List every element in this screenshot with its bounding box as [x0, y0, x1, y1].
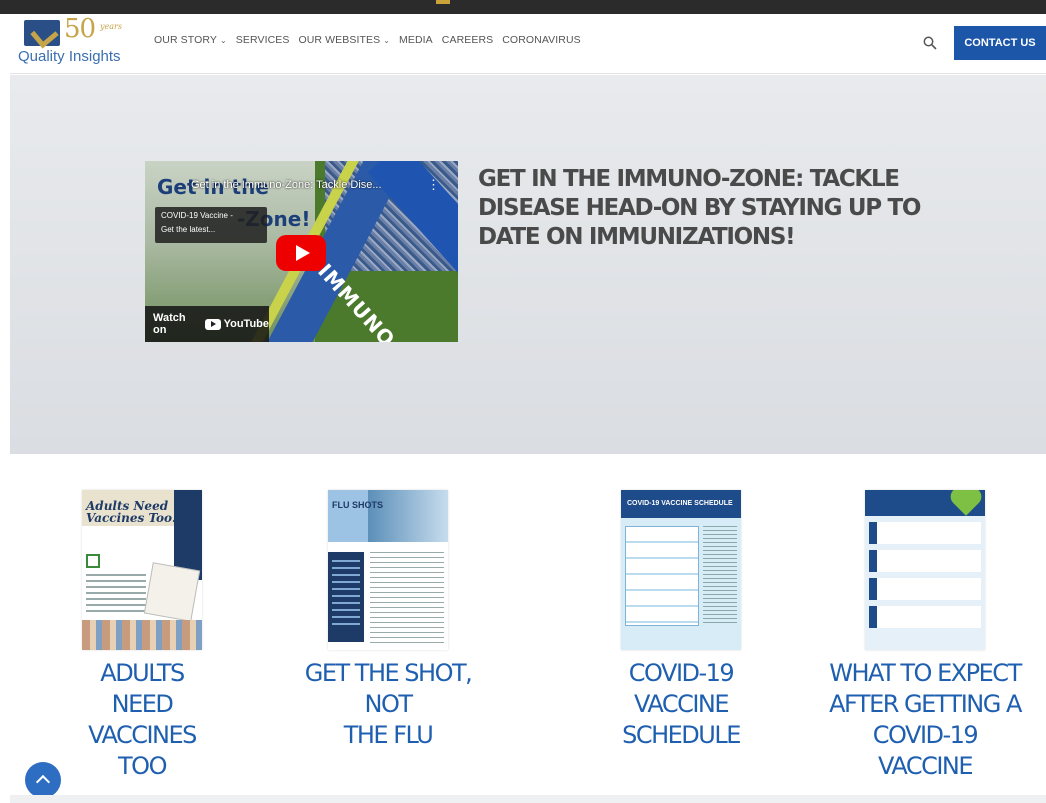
card-thumbnail[interactable]: FLU SHOTS	[328, 490, 448, 650]
video-info-chip: COVID-19 Vaccine - Get the latest...	[155, 207, 267, 243]
site-header: 50 years Quality Insights OUR STORY ⌄ SER…	[10, 14, 1046, 74]
card-title-line: VACCINES TOO	[88, 721, 197, 780]
search-icon[interactable]	[923, 36, 937, 50]
vaccine-card-image	[143, 562, 201, 622]
thumb-title: FLU SHOTS	[332, 500, 383, 510]
card-thumbnail[interactable]: COVID-19 VACCINE SCHEDULE	[621, 490, 741, 650]
card-get-the-shot[interactable]: FLU SHOTS GET THE SHOT, NOT THE FLU	[288, 490, 488, 751]
logo-mark-icon	[24, 20, 60, 46]
thumb-row	[869, 550, 981, 572]
nav-item-label: CAREERS	[441, 34, 494, 46]
card-title[interactable]: ADULTS NEED VACCINES TOO	[67, 658, 217, 782]
thumb-title: COVID-19 VACCINE SCHEDULE	[627, 500, 733, 507]
video-title[interactable]: Get in the Immuno-Zone: Tackle Dise...	[191, 179, 382, 191]
thumb-photo	[368, 490, 448, 542]
main-nav: OUR STORY ⌄ SERVICES OUR WEBSITES ⌄ MEDIA …	[154, 34, 581, 46]
checkbox-icon	[86, 554, 100, 568]
thumb-text	[86, 574, 146, 614]
thumb-table	[625, 526, 699, 626]
more-options-icon[interactable]: ⋮	[427, 177, 440, 193]
nav-item-label: SERVICES	[235, 34, 290, 46]
logo-anniversary-text: years	[100, 22, 122, 31]
card-title[interactable]: WHAT TO EXPECT AFTER GETTING A COVID-19 …	[825, 658, 1025, 782]
nav-item-our-story[interactable]: OUR STORY ⌄	[154, 34, 227, 46]
nav-item-services[interactable]: SERVICES	[236, 34, 290, 46]
browser-top-strip	[0, 0, 1046, 14]
thumb-people-image	[82, 620, 202, 650]
chevron-up-icon[interactable]	[25, 762, 61, 798]
chevron-down-icon: ⌄	[383, 36, 391, 45]
nav-item-coronavirus[interactable]: CORONAVIRUS	[502, 34, 581, 46]
play-button[interactable]	[276, 235, 326, 271]
card-covid-vaccine-schedule[interactable]: COVID-19 VACCINE SCHEDULE COVID-19 VACCI…	[586, 490, 776, 751]
logo-anniversary-number: 50	[64, 14, 96, 44]
thumb-row	[869, 522, 981, 544]
hero-section: IMMUNO-ZONE Get in the -Zone! Get in the…	[10, 75, 1046, 454]
nav-item-careers[interactable]: CAREERS	[442, 34, 493, 46]
top-strip-marker	[436, 0, 450, 4]
card-title-line: ADULTS NEED	[100, 659, 185, 718]
chip-line: Get the latest...	[161, 225, 216, 234]
nav-item-our-websites[interactable]: OUR WEBSITES ⌄	[298, 34, 390, 46]
resource-cards: Adults Need Vaccines Too! ADULTS NEED VA…	[10, 455, 1046, 795]
youtube-logo-icon	[205, 318, 221, 330]
logo[interactable]: 50 years Quality Insights	[18, 14, 143, 70]
thumb-row	[869, 578, 981, 600]
contact-us-button[interactable]: CONTACT US	[954, 26, 1046, 60]
thumb-text	[703, 526, 737, 626]
thumb-text	[370, 552, 444, 644]
logo-name: Quality Insights	[18, 48, 121, 65]
thumb-title: Adults Need Vaccines Too!	[86, 499, 178, 525]
card-title-line: SCHEDULE	[622, 721, 741, 749]
nav-item-media[interactable]: MEDIA	[399, 34, 433, 46]
footer-edge	[10, 795, 1046, 803]
nav-item-label: OUR STORY	[154, 34, 217, 46]
nav-item-label: OUR WEBSITES	[298, 34, 381, 46]
chevron-down-icon: ⌄	[219, 36, 227, 45]
card-title[interactable]: GET THE SHOT, NOT THE FLU	[288, 658, 488, 751]
card-adults-need-vaccines[interactable]: Adults Need Vaccines Too! ADULTS NEED VA…	[67, 490, 217, 782]
card-title-line: COVID-19 VACCINE	[628, 659, 735, 718]
nav-item-label: CORONAVIRUS	[502, 34, 581, 46]
watch-label: Watch on	[153, 312, 186, 336]
card-title-line: WHAT TO EXPECT	[829, 659, 1022, 687]
thumb-row	[869, 606, 981, 628]
card-title-line: THE FLU	[343, 721, 434, 749]
chip-line: COVID-19 Vaccine -	[161, 211, 233, 220]
youtube-wordmark: YouTube	[223, 318, 269, 330]
youtube-video-embed[interactable]: IMMUNO-ZONE Get in the -Zone! Get in the…	[145, 161, 458, 342]
card-title-line: COVID-19 VACCINE	[872, 721, 979, 780]
card-what-to-expect[interactable]: WHAT TO EXPECT AFTER GETTING A COVID-19 …	[825, 490, 1025, 782]
watch-on-youtube-button[interactable]: Watch on YouTube	[145, 306, 269, 342]
card-title-line: AFTER GETTING A	[829, 690, 1022, 718]
card-thumbnail[interactable]: Adults Need Vaccines Too!	[82, 490, 202, 650]
nav-item-label: MEDIA	[399, 34, 433, 46]
card-title[interactable]: COVID-19 VACCINE SCHEDULE	[586, 658, 776, 751]
card-thumbnail[interactable]	[865, 490, 985, 650]
hero-heading: GET IN THE IMMUNO-ZONE: TACKLE DISEASE H…	[478, 166, 921, 250]
card-title-line: GET THE SHOT, NOT	[304, 659, 473, 718]
thumb-sidebar-text	[332, 560, 360, 630]
